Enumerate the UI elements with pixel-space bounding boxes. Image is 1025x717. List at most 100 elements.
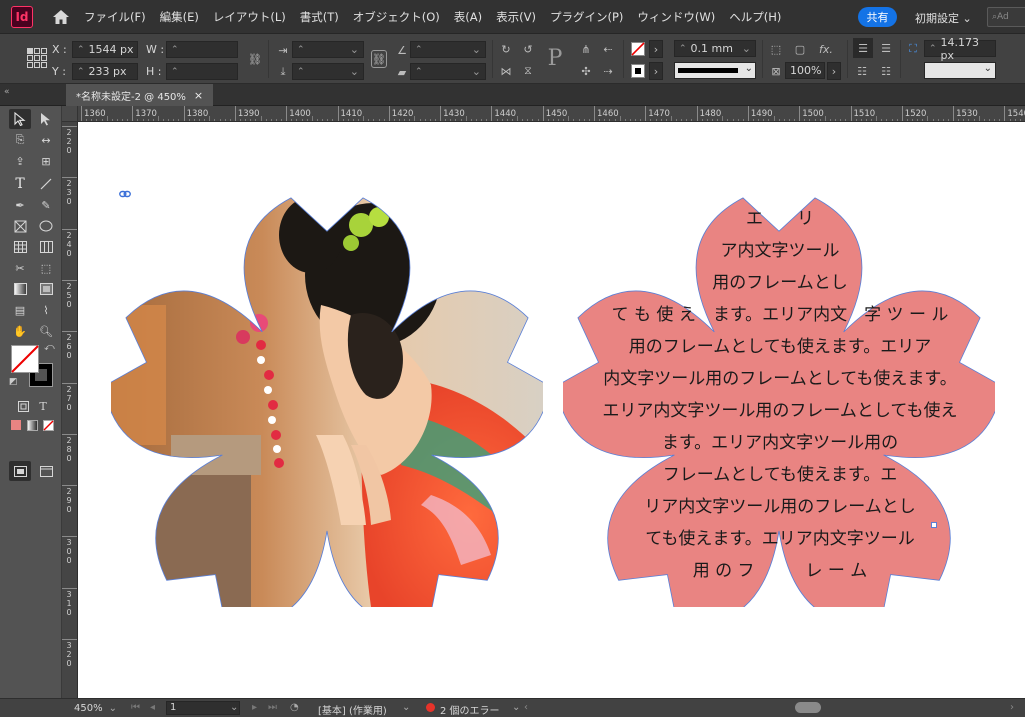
free-transform-tool[interactable]: ⬚ [35, 258, 57, 278]
scroll-right-icon[interactable]: › [1010, 702, 1014, 713]
shear-field[interactable]: ⌃ ⌄ [410, 63, 486, 80]
adobe-stock-search[interactable]: ⌕ Ad [987, 7, 1025, 27]
menu-view[interactable]: 表示(V) [496, 9, 536, 25]
gutter-field[interactable]: ⌃ 14.173 px [924, 36, 996, 62]
share-button[interactable]: 共有 [858, 7, 897, 27]
scissors-tool[interactable]: ✂ [9, 258, 31, 278]
next-page-icon[interactable]: ▸ [252, 702, 257, 713]
collapse-panels-icon[interactable]: « [4, 87, 10, 97]
hand-tool[interactable]: ✋ [9, 321, 31, 341]
vertical-ruler[interactable]: 220 230 240 250 260 270 280 290 300 310 320 [62, 122, 78, 698]
note-tool[interactable]: ▤ [9, 300, 31, 320]
select-container-icon[interactable]: ⋔ [577, 40, 595, 58]
drop-shadow-icon[interactable]: ⬚ [767, 40, 785, 58]
rotate-ccw-icon[interactable]: ↺ [519, 40, 537, 58]
eyedropper-tool[interactable]: ⌇ [35, 300, 57, 320]
chevron-right-icon[interactable]: › [649, 62, 663, 80]
last-page-icon[interactable]: ⏭ [268, 702, 277, 713]
rectangle-frame-tool[interactable] [9, 216, 31, 236]
tab-document[interactable]: *名称未設定-2 @ 450% × [66, 84, 214, 106]
fill-stroke-proxy[interactable]: ⤺ ◩ [9, 342, 55, 391]
selection-tool[interactable] [9, 109, 31, 129]
x-field[interactable]: ⌃ 1544 px [72, 41, 138, 58]
chevron-down-icon[interactable]: ⌄ [230, 702, 238, 713]
formatting-affects-text[interactable]: T [32, 396, 54, 416]
select-next-icon[interactable]: ⇢ [599, 62, 617, 80]
content-collector-tool[interactable]: ⇪ [9, 151, 31, 171]
page-number-field[interactable]: 1 [166, 701, 240, 715]
horizontal-ruler[interactable]: 1360 1370 1380 1390 1400 1410 1420 1430 1440 1450… [78, 106, 1025, 122]
apply-none-button[interactable] [37, 415, 59, 435]
text-frame-out-port[interactable] [931, 522, 937, 528]
default-fill-stroke-icon[interactable]: ◩ [9, 377, 18, 387]
screen-mode-button[interactable] [35, 461, 57, 481]
chevron-right-icon[interactable]: › [827, 62, 841, 80]
menu-edit[interactable]: 編集(E) [160, 9, 199, 25]
w-field[interactable]: ⌃ [166, 41, 238, 58]
scale-x-field[interactable]: ⌃ ⌄ [292, 41, 364, 58]
align-top-icon[interactable]: ☰ [853, 38, 873, 58]
effects-icon[interactable]: fx. [817, 40, 835, 58]
menu-type[interactable]: 書式(T) [300, 9, 339, 25]
first-page-icon[interactable]: ⏮ [131, 702, 140, 713]
previous-page-icon[interactable]: ◂ [150, 702, 155, 713]
justify-vertical-icon[interactable]: ☷ [877, 62, 895, 80]
h-field[interactable]: ⌃ [166, 63, 238, 80]
table-tool[interactable] [9, 237, 31, 257]
link-scale-icon[interactable]: ⛓ [371, 50, 387, 68]
stroke-weight-field[interactable]: ⌃ 0.1 mm ⌄ [674, 40, 756, 57]
menu-table[interactable]: 表(A) [454, 9, 482, 25]
content-placer-tool[interactable]: ⊞ [35, 151, 57, 171]
ruler-origin[interactable] [62, 106, 78, 122]
menu-object[interactable]: オブジェクト(O) [353, 9, 440, 25]
swap-fill-stroke-icon[interactable]: ⤺ [44, 342, 55, 353]
gradient-feather-tool[interactable] [35, 279, 57, 299]
line-tool[interactable] [35, 174, 57, 194]
opacity-field[interactable]: 100% [785, 62, 825, 79]
select-content-icon[interactable]: ✣ [577, 62, 595, 80]
chevron-down-icon[interactable]: ⌄ [512, 702, 520, 713]
frame-fitting-icon[interactable]: ▢ [791, 40, 809, 58]
pencil-tool[interactable]: ✎ [35, 195, 57, 215]
menu-file[interactable]: ファイル(F) [84, 9, 146, 25]
stroke-type-dropdown[interactable]: ⌄ [674, 62, 756, 79]
reference-point-icon[interactable] [26, 47, 48, 69]
gap-tool[interactable]: ↔ [35, 130, 57, 150]
menu-window[interactable]: ウィンドウ(W) [637, 9, 715, 25]
frame-style-dropdown[interactable]: ⌄ [924, 62, 996, 79]
sakura-image-frame[interactable] [111, 195, 543, 607]
menu-plugins[interactable]: プラグイン(P) [550, 9, 623, 25]
pen-tool[interactable]: ✒ [9, 195, 31, 215]
workspace-switcher[interactable]: 初期設定 ⌄ [915, 10, 972, 26]
formatting-affects-container[interactable] [12, 396, 34, 416]
page-tool[interactable]: ⎘ [9, 130, 31, 150]
y-field[interactable]: ⌃ 233 px [72, 63, 138, 80]
align-center-icon[interactable]: ☰ [877, 39, 895, 57]
document-canvas[interactable]: エ リ ア内文字ツール 用のフレームとし て も 使 え ます。エリア内文 字 … [78, 122, 1025, 698]
type-tool[interactable]: T [9, 174, 31, 194]
ellipse-tool[interactable] [35, 216, 57, 236]
grid-tool[interactable] [35, 237, 57, 257]
rotate-cw-icon[interactable]: ↻ [497, 40, 515, 58]
stroke-swatch[interactable] [631, 64, 645, 78]
paragraph-icon[interactable]: P [543, 46, 567, 71]
scroll-left-icon[interactable]: ‹ [524, 702, 528, 713]
open-document-page-icon[interactable]: ◔ [290, 702, 299, 713]
rotate-field[interactable]: ⌃ ⌄ [410, 41, 486, 58]
chevron-right-icon[interactable]: › [649, 40, 663, 58]
menu-layout[interactable]: レイアウト(L) [213, 9, 286, 25]
normal-view-mode[interactable] [9, 461, 31, 481]
home-button[interactable] [50, 6, 72, 28]
zoom-tool[interactable]: 🔍︎ [35, 321, 57, 341]
scale-y-field[interactable]: ⌃ ⌄ [292, 63, 364, 80]
direct-selection-tool[interactable] [35, 109, 57, 129]
align-bottom-icon[interactable]: ☷ [853, 62, 871, 80]
close-icon[interactable]: × [194, 89, 203, 102]
flip-vertical-icon[interactable]: ⧖ [519, 62, 537, 80]
flip-horizontal-icon[interactable]: ⋈ [497, 62, 515, 80]
preflight-profile[interactable]: [基本] (作業用) [318, 702, 387, 717]
zoom-level-field[interactable]: 450% ⌄ [74, 701, 124, 715]
fill-swatch-none-icon[interactable] [631, 42, 645, 56]
horizontal-scrollbar-thumb[interactable] [795, 702, 821, 713]
fill-proxy-none-icon[interactable] [11, 345, 39, 373]
